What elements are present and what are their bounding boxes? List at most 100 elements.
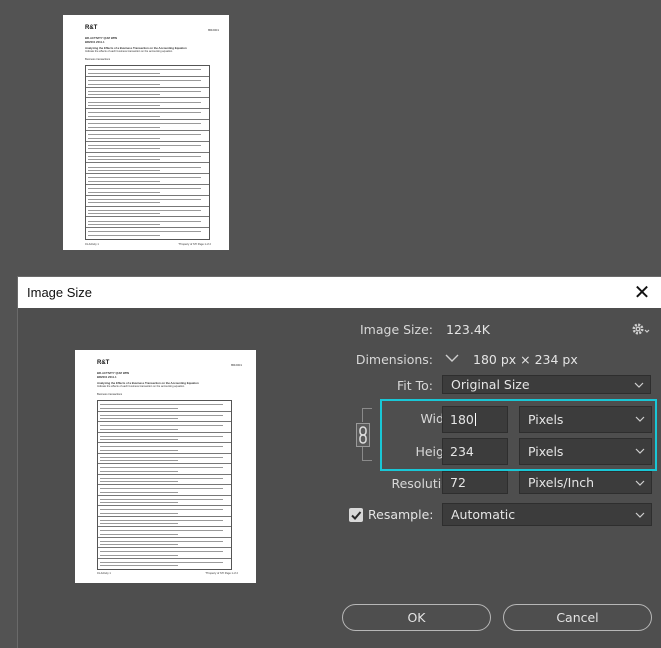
document-table-row xyxy=(98,401,231,412)
document-text-line xyxy=(88,144,201,146)
document-text-line xyxy=(100,470,178,472)
image-size-dialog: Image Size ✕ R&T BR2001 BR-ACTIVITY QUIZ… xyxy=(17,276,661,648)
document-text-line xyxy=(100,446,223,448)
document-text-line xyxy=(100,414,223,416)
document-table-row xyxy=(98,475,231,485)
document-text-line xyxy=(88,80,201,82)
document-table-row xyxy=(86,109,209,121)
document-table-row xyxy=(86,228,209,239)
document-section-label: Business transactions xyxy=(85,58,111,61)
document-text-line xyxy=(100,554,178,556)
document-table-row xyxy=(98,454,231,464)
document-text-line xyxy=(88,115,160,117)
document-table-row xyxy=(98,559,231,570)
document-table-row xyxy=(98,464,231,475)
document-text-line xyxy=(100,428,178,430)
cancel-button[interactable]: Cancel xyxy=(503,604,652,631)
document-table-row xyxy=(86,217,209,229)
document-text-line xyxy=(100,565,178,566)
document-table-row xyxy=(98,443,231,454)
document-text-line xyxy=(88,166,201,168)
document-text-line xyxy=(100,425,223,427)
dialog-title: Image Size xyxy=(27,285,93,300)
fit-to-dropdown[interactable]: Original Size xyxy=(442,375,651,394)
text-caret xyxy=(474,413,476,426)
document-text-line xyxy=(88,224,160,226)
image-preview: R&T BR2001 BR-ACTIVITY QUIZ WPB BR2001 2… xyxy=(75,350,256,583)
document-text-line xyxy=(100,551,223,553)
document-text-line xyxy=(100,439,178,440)
document-text-line xyxy=(100,481,178,482)
document-text-line xyxy=(88,101,201,103)
resolution-input[interactable]: 72 xyxy=(442,471,508,494)
document-text-line xyxy=(100,418,178,419)
document-footer-left: 01 Activity 1 xyxy=(85,243,99,246)
document-text-line xyxy=(88,112,201,114)
height-input[interactable]: 234 xyxy=(442,438,508,465)
document-text-line xyxy=(88,94,160,96)
document-text-line xyxy=(100,477,223,479)
document-table-row xyxy=(86,66,209,77)
constrain-bracket-bottom xyxy=(362,447,372,461)
chevron-down-icon[interactable] xyxy=(444,351,460,365)
image-size-label: Image Size: xyxy=(360,322,433,337)
ok-button[interactable]: OK xyxy=(342,604,491,631)
document-text-line xyxy=(88,180,160,182)
document-text-line xyxy=(88,155,201,157)
document-table-row xyxy=(86,77,209,88)
document-text-line xyxy=(88,105,160,107)
document-text-line xyxy=(100,519,223,521)
document-table xyxy=(85,65,210,240)
document-table-row xyxy=(86,142,209,153)
document-text-line xyxy=(100,561,223,563)
resample-dropdown[interactable]: Automatic xyxy=(442,503,652,526)
document-text-line xyxy=(88,90,201,92)
document-text-line xyxy=(88,234,160,236)
document-table-row xyxy=(98,422,231,433)
document-table-row xyxy=(98,506,231,517)
document-text-line xyxy=(88,198,201,200)
document-table-row xyxy=(86,196,209,207)
document-table-row xyxy=(98,548,231,559)
document-text-line xyxy=(100,449,178,451)
document-text-line xyxy=(100,533,178,535)
document-text-line xyxy=(88,188,201,190)
document-text-line xyxy=(88,209,201,211)
width-value: 180 xyxy=(450,412,474,427)
document-text-line xyxy=(88,72,160,74)
document-text-line xyxy=(88,159,160,161)
dimensions-value: 180 px × 234 px xyxy=(473,352,578,367)
document-table-row xyxy=(98,433,231,443)
resolution-unit-dropdown[interactable]: Pixels/Inch xyxy=(519,471,652,494)
chevron-down-icon xyxy=(634,413,646,425)
document-text-line xyxy=(100,498,223,500)
height-value: 234 xyxy=(450,444,474,459)
document-table-row xyxy=(86,185,209,196)
document-text-line xyxy=(100,512,178,514)
document-text-line xyxy=(88,177,201,179)
image-size-value: 123.4K xyxy=(446,322,490,337)
resample-checkbox[interactable] xyxy=(349,508,363,522)
document-table-row xyxy=(86,120,209,131)
document-text-line xyxy=(88,220,201,222)
document-text-line xyxy=(88,134,201,136)
height-unit-value: Pixels xyxy=(528,444,564,459)
height-unit-dropdown[interactable]: Pixels xyxy=(519,438,652,465)
close-icon[interactable]: ✕ xyxy=(627,279,657,306)
width-unit-dropdown[interactable]: Pixels xyxy=(519,406,652,433)
width-input[interactable]: 180 xyxy=(442,406,508,433)
dialog-titlebar: Image Size ✕ xyxy=(18,277,661,308)
document-text-line xyxy=(100,491,178,493)
document-text-line xyxy=(88,213,160,215)
checkmark-icon xyxy=(351,511,362,520)
document-table-row xyxy=(86,98,209,110)
document-text-line xyxy=(88,69,201,71)
document-footer-right: *Property of STI Page 1 of 2 xyxy=(205,572,238,575)
resample-value: Automatic xyxy=(451,507,516,522)
document-text-line xyxy=(88,126,160,128)
document-logo: R&T xyxy=(97,360,110,366)
link-icon[interactable] xyxy=(356,423,370,447)
document-text-line xyxy=(100,456,223,458)
gear-icon[interactable] xyxy=(631,321,651,337)
document-footer-right: *Property of STI Page 1 of 2 xyxy=(178,243,211,246)
